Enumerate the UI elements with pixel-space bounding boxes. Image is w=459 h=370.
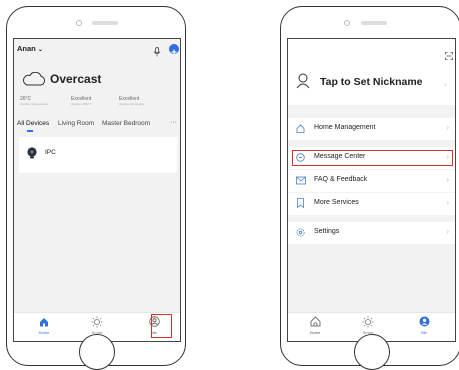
sun-icon [91,316,103,328]
device-name: IPC [45,149,56,156]
tab-home[interactable]: Home [29,316,59,338]
front-camera [76,20,82,26]
home-name: Anan [17,44,36,53]
earpiece-speaker [361,21,387,25]
phone-frame-right: Tap to Set Nickname › Home Management › … [280,6,459,370]
left-screen: Anan ⌄ Overcast 26°C Outdoor Temperature… [13,38,181,342]
bookmark-icon [297,198,304,208]
avatar[interactable] [296,73,310,89]
chevron-right-icon: › [446,198,449,207]
phone-frame-left: Anan ⌄ Overcast 26°C Outdoor Temperature… [6,6,186,370]
menu-label-more-services: More Services [314,199,359,206]
cloud-icon [22,71,46,86]
menu-item-home-management[interactable]: Home Management › [288,118,455,140]
menu-label-home-management: Home Management [314,124,376,131]
tab-living-room[interactable]: Living Room [58,120,94,127]
tab-home[interactable]: Home [300,316,330,338]
chevron-down-icon: ⌄ [37,47,43,53]
envelope-icon [296,176,306,185]
home-icon [310,316,321,327]
menu-item-faq-feedback[interactable]: FAQ & Feedback › [288,170,455,192]
tab-master-bedroom[interactable]: Master Bedroom [102,120,150,127]
profile-icon [419,316,430,327]
more-options-icon[interactable]: ··· [170,119,177,126]
right-screen: Tap to Set Nickname › Home Management › … [287,38,456,342]
tab-me-label: Me [421,330,427,335]
menu-label-faq-feedback: FAQ & Feedback [314,176,368,183]
tab-all-devices[interactable]: All Devices [17,120,49,127]
chevron-right-icon: › [444,80,447,89]
chevron-right-icon: › [446,123,449,132]
camera-icon [27,146,37,159]
profile-header[interactable]: Tap to Set Nickname › [288,39,455,105]
earpiece-speaker [92,21,118,25]
microphone-icon[interactable] [153,44,161,57]
home-selector[interactable]: Anan ⌄ [17,44,43,53]
tab-home-label: Home [309,330,321,335]
gear-icon [296,228,305,237]
scan-icon[interactable] [445,47,453,60]
front-camera [344,20,350,26]
air-quality-label: Outdoor Air Quality [119,102,145,106]
weather-condition: Overcast [50,72,102,86]
device-card-ipc[interactable]: IPC [19,137,177,173]
active-tab-indicator [27,130,33,132]
menu-item-settings[interactable]: Settings › [288,222,455,244]
tab-me[interactable]: Me [409,316,439,338]
pm25-label: Outdoor PM2.5 [71,102,92,106]
menu-label-settings: Settings [314,228,340,235]
plus-icon [171,49,177,55]
highlight-box-message-center [292,150,453,166]
temperature-label: Outdoor Temperature [20,102,49,106]
chevron-right-icon: › [446,227,449,236]
home-icon [40,318,48,327]
highlight-box-me-tab [151,314,172,338]
menu-item-more-services[interactable]: More Services › [288,193,455,215]
tab-home-label: Home [38,330,50,335]
sun-icon [362,316,374,328]
house-icon [296,124,305,133]
nickname-prompt: Tap to Set Nickname [320,76,423,88]
chevron-right-icon: › [446,175,449,184]
add-device-button[interactable] [169,44,179,55]
